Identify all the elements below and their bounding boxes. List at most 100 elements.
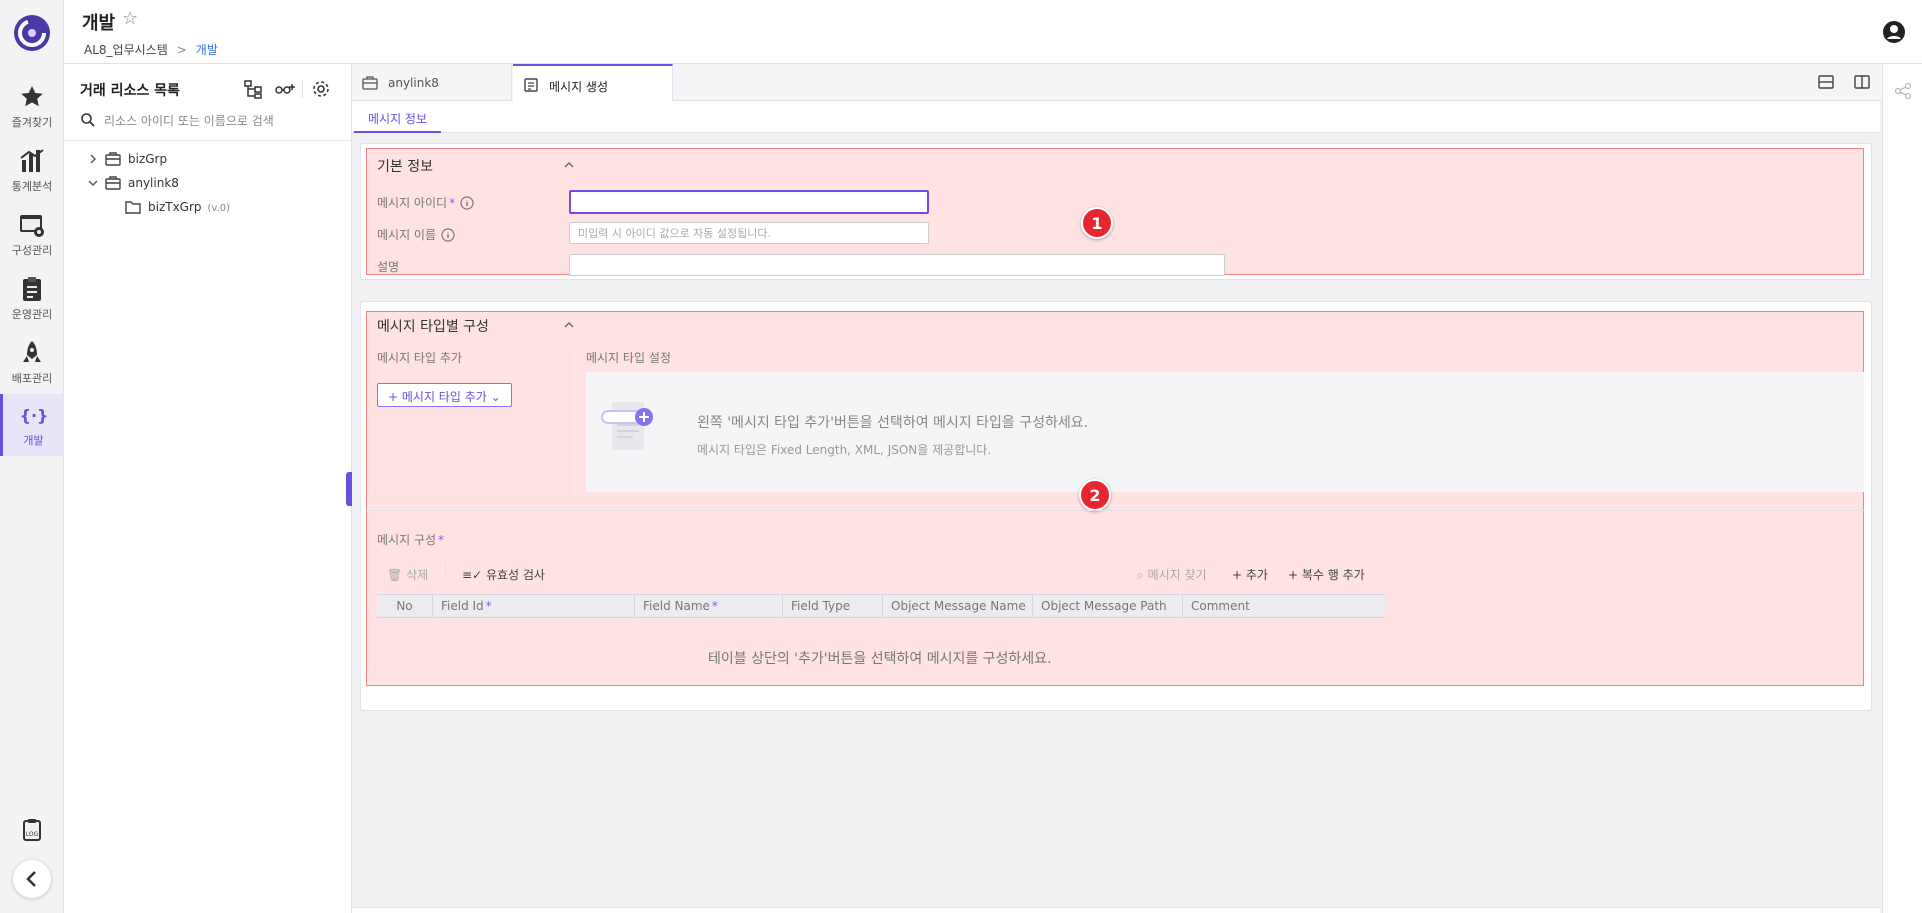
gear-icon[interactable]	[310, 78, 332, 100]
add-row-button[interactable]: + 추가	[1232, 566, 1268, 583]
rail-item-statistics[interactable]: 통계분석	[0, 140, 64, 202]
tab-label: anylink8	[388, 76, 439, 90]
annotation-badge-1: 1	[1081, 207, 1113, 239]
required-mark: *	[711, 599, 718, 613]
type-empty-submessage: 메시지 타입은 Fixed Length, XML, JSON을 제공합니다.	[697, 443, 992, 457]
favorite-star-icon[interactable]: ☆	[122, 8, 138, 29]
code-icon: {·}	[19, 406, 48, 425]
description-input[interactable]	[569, 254, 1225, 276]
rail-label: 즐겨찾기	[11, 116, 53, 129]
right-rail	[1882, 64, 1922, 913]
chevron-left-icon	[26, 871, 36, 887]
find-message-button[interactable]: ⌕ 메시지 찾기	[1137, 566, 1207, 583]
form-footer: 생성 취소	[352, 907, 1880, 913]
message-grid-header: No Field Id * Field Name * Field Type Obje…	[377, 594, 1385, 618]
app-logo-icon[interactable]	[12, 13, 52, 53]
chevron-up-icon[interactable]	[561, 317, 577, 333]
plus-icon: +	[1232, 568, 1243, 582]
section-title: 기본 정보	[377, 159, 433, 175]
split-vertical-icon[interactable]	[1853, 73, 1871, 91]
annotation-badge-2: 2	[1079, 479, 1111, 511]
message-config-label: 메시지 구성 *	[377, 531, 444, 548]
rail-label: 개발	[23, 434, 44, 447]
add-multiple-rows-button[interactable]: + 복수 행 추가	[1288, 566, 1365, 583]
toolbar-divider	[445, 562, 446, 580]
tree-node-label: anylink8	[128, 176, 179, 190]
label-text: 메시지 구성	[377, 533, 437, 547]
share-icon[interactable]	[1894, 82, 1912, 100]
validate-button[interactable]: ≡✓ 유효성 검사	[462, 566, 545, 583]
resource-search-input[interactable]	[104, 110, 334, 132]
tab-anylink8[interactable]: anylink8	[352, 64, 512, 101]
chevron-down-icon[interactable]	[86, 176, 100, 190]
field-label-description: 설명	[377, 260, 400, 274]
log-icon[interactable]: LOG	[20, 818, 44, 842]
column-header-field-id[interactable]: Field Id *	[433, 595, 635, 617]
breadcrumb-current: 개발	[195, 43, 218, 57]
version-label: (v.0)	[207, 203, 231, 214]
tree-structure-icon[interactable]	[242, 78, 264, 100]
info-icon[interactable]	[441, 228, 455, 242]
column-header-comment[interactable]: Comment	[1183, 595, 1385, 617]
tree-panel-title: 거래 리소스 목록	[80, 83, 180, 99]
add-message-type-button[interactable]: + 메시지 타입 추가 ⌄	[377, 383, 512, 407]
folder-icon	[125, 201, 141, 214]
search-icon: ⌕	[1137, 568, 1144, 582]
chevron-up-icon[interactable]	[561, 157, 577, 173]
page-header: 개발 ☆ AL8_업무시스템 > 개발	[64, 0, 1922, 64]
editor-content: 메시지 정보 기본 정보 메시지 아이디* 메시지 이름 설명 1 메시지 타입…	[352, 101, 1880, 913]
button-label: 삭제	[406, 568, 429, 582]
delete-button[interactable]: 🗑︎ 삭제	[387, 566, 428, 583]
subtab-bar: 메시지 정보	[352, 101, 1880, 133]
breadcrumb-separator-icon: >	[176, 43, 187, 57]
briefcase-icon	[105, 176, 121, 190]
rail-item-config[interactable]: 구성관리	[0, 204, 64, 266]
column-header-no[interactable]: No	[377, 595, 433, 617]
collapse-button[interactable]	[13, 860, 51, 898]
tree-node-bizgrp[interactable]: bizGrp	[86, 150, 306, 170]
column-header-object-message-path[interactable]: Object Message Path	[1033, 595, 1183, 617]
tab-label: 메시지 생성	[549, 80, 609, 94]
column-header-object-message-name[interactable]: Object Message Name	[883, 595, 1033, 617]
tree-search	[80, 110, 336, 132]
chevron-right-icon[interactable]	[86, 152, 100, 166]
section-divider	[366, 510, 1864, 511]
divider	[64, 140, 352, 141]
column-header-field-name[interactable]: Field Name *	[635, 595, 783, 617]
type-empty-message: 왼쪽 '메시지 타입 추가'버튼을 선택하여 메시지 타입을 구성하세요.	[697, 415, 1089, 431]
search-icon	[81, 113, 95, 127]
column-divider	[569, 349, 570, 495]
column-header-field-type[interactable]: Field Type	[783, 595, 883, 617]
chevron-down-icon: ⌄	[490, 390, 501, 404]
split-horizontal-icon[interactable]	[1817, 73, 1835, 91]
subtab-message-info[interactable]: 메시지 정보	[354, 101, 442, 133]
message-id-input[interactable]	[569, 190, 929, 214]
rail-item-favorites[interactable]: 즐겨찾기	[0, 76, 64, 138]
clipboard-icon	[23, 277, 41, 301]
info-icon[interactable]	[460, 196, 474, 210]
rail-item-dev[interactable]: {·} 개발	[0, 394, 64, 456]
link-add-icon[interactable]	[274, 78, 296, 100]
svg-text:{·}: {·}	[19, 406, 48, 425]
breadcrumb-item[interactable]: AL8_업무시스템	[84, 43, 168, 57]
tab-message-create[interactable]: 메시지 생성	[513, 64, 673, 102]
required-mark: *	[438, 533, 445, 547]
tree-node-anylink8[interactable]: anylink8	[86, 174, 306, 194]
tree-node-biztxgrp[interactable]: bizTxGrp (v.0)	[122, 198, 322, 218]
button-label: 유효성 검사	[485, 568, 545, 582]
type-add-label: 메시지 타입 추가	[377, 351, 462, 365]
grid-empty-message: 테이블 상단의 '추가'버튼을 선택하여 메시지를 구성하세요.	[708, 651, 1052, 667]
button-label: 추가	[1245, 568, 1268, 582]
briefcase-icon	[362, 76, 378, 90]
header-label: Field Id	[441, 599, 484, 613]
document-icon	[524, 78, 538, 92]
tree-node-label: bizGrp	[128, 152, 168, 166]
chart-icon	[20, 149, 44, 172]
message-name-input[interactable]	[569, 222, 929, 244]
tree-node-label: bizTxGrp	[148, 200, 202, 214]
user-account-icon[interactable]	[1882, 20, 1906, 44]
rocket-icon	[23, 341, 41, 362]
rail-item-operations[interactable]: 운영관리	[0, 268, 64, 330]
rail-label: 운영관리	[11, 308, 53, 321]
rail-item-deploy[interactable]: 배포관리	[0, 332, 64, 394]
